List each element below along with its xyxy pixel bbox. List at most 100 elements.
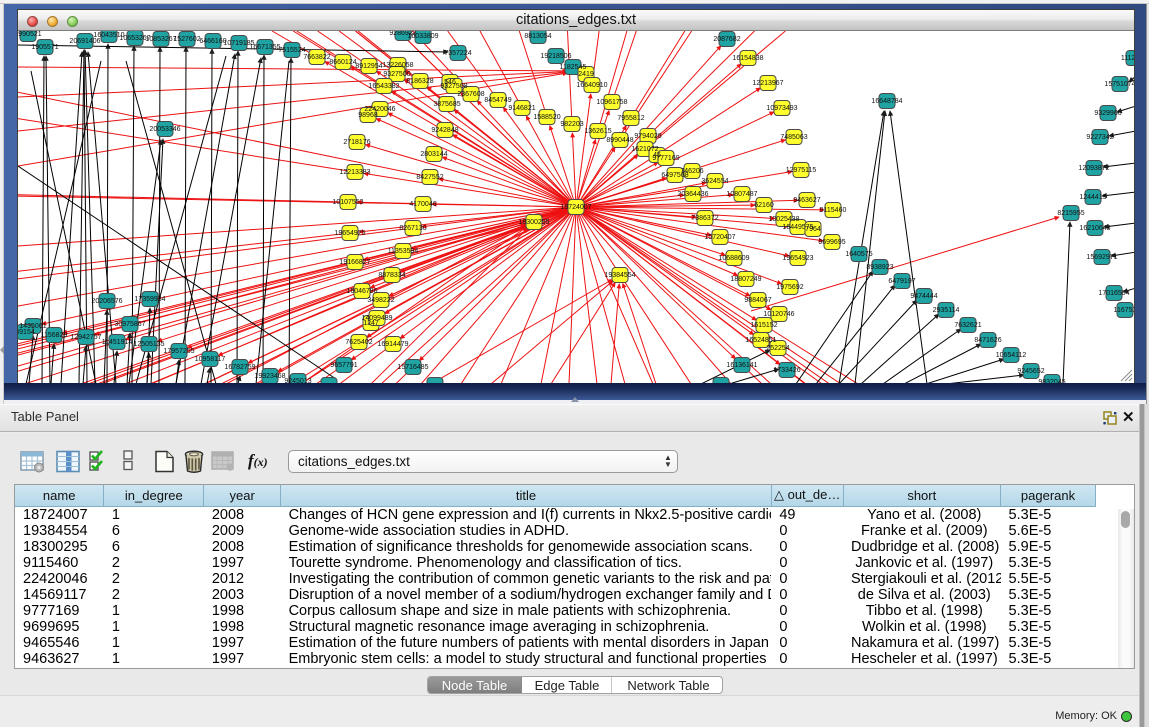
svg-text:17957255: 17957255 [163, 348, 194, 355]
svg-text:15692971: 15692971 [1086, 254, 1117, 261]
svg-text:8186328: 8186328 [406, 78, 433, 85]
svg-text:12505135: 12505135 [133, 341, 164, 348]
svg-text:2718176: 2718176 [343, 139, 370, 146]
svg-text:9327500: 9327500 [383, 71, 410, 78]
svg-text:15716485: 15716485 [397, 364, 428, 371]
svg-text:19218506: 19218506 [540, 53, 571, 60]
svg-text:1975692: 1975692 [776, 284, 803, 291]
svg-text:1244415: 1244415 [1079, 194, 1106, 201]
svg-text:20053346: 20053346 [149, 126, 180, 133]
svg-text:1615152: 1615152 [750, 322, 777, 329]
svg-text:8454749: 8454749 [484, 97, 511, 104]
svg-text:12213383: 12213383 [339, 169, 370, 176]
svg-text:3875685: 3875685 [433, 101, 460, 108]
svg-text:7357224: 7357224 [444, 50, 471, 57]
svg-text:19166827: 19166827 [339, 259, 370, 266]
svg-text:9115460: 9115460 [820, 207, 847, 214]
svg-text:18724007: 18724007 [560, 204, 591, 211]
svg-text:12213967: 12213967 [752, 80, 783, 87]
svg-text:8990448: 8990448 [606, 137, 633, 144]
svg-text:8267130: 8267130 [399, 225, 426, 232]
svg-text:1640575: 1640575 [845, 251, 872, 258]
svg-text:3498222: 3498222 [367, 297, 394, 304]
svg-text:10654112: 10654112 [996, 352, 1027, 359]
svg-text:252254: 252254 [766, 345, 789, 352]
svg-text:9657791: 9657791 [330, 362, 357, 369]
svg-text:1527602: 1527602 [173, 36, 200, 43]
svg-text:16543382: 16543382 [368, 83, 399, 90]
svg-text:982203: 982203 [560, 121, 583, 128]
svg-text:12093872: 12093872 [1078, 165, 1109, 172]
svg-text:1588520: 1588520 [533, 114, 560, 121]
svg-text:19654923: 19654923 [782, 255, 813, 262]
svg-text:15751074: 15751074 [1104, 81, 1134, 88]
svg-text:9245652: 9245652 [1017, 368, 1044, 375]
svg-text:7663822: 7663822 [303, 54, 330, 61]
svg-text:17016504: 17016504 [1098, 290, 1129, 297]
svg-text:16154838: 16154838 [732, 55, 763, 62]
svg-text:9327508: 9327508 [440, 83, 467, 90]
svg-text:9242848: 9242848 [431, 127, 458, 134]
svg-text:2419: 2419 [578, 71, 594, 78]
svg-text:8912954: 8912954 [355, 63, 382, 70]
svg-text:7955812: 7955812 [617, 115, 644, 122]
svg-text:9146821: 9146821 [508, 105, 535, 112]
svg-text:18807249: 18807249 [730, 276, 761, 283]
svg-text:15720407: 15720407 [704, 234, 735, 241]
svg-text:16782759: 16782759 [224, 364, 255, 371]
svg-text:9794028: 9794028 [634, 133, 661, 140]
svg-text:10853267: 10853267 [145, 36, 176, 43]
svg-text:17359934: 17359934 [134, 296, 165, 303]
svg-text:14099489: 14099489 [361, 315, 392, 322]
svg-text:20364436: 20364436 [677, 191, 708, 198]
svg-text:6479197: 6479197 [888, 278, 915, 285]
svg-text:1905571: 1905571 [31, 44, 58, 51]
svg-text:8813054: 8813054 [524, 33, 551, 40]
svg-text:10688609: 10688609 [718, 255, 749, 262]
svg-text:20691406: 20691406 [69, 38, 100, 45]
svg-text:12975115: 12975115 [786, 167, 817, 174]
svg-text:10807487: 10807487 [726, 191, 757, 198]
svg-text:116753: 116753 [1114, 307, 1134, 314]
svg-text:16640910: 16640910 [576, 82, 607, 89]
svg-text:16914479: 16914479 [377, 341, 408, 348]
svg-text:7515524: 7515524 [278, 47, 305, 54]
svg-text:16648784: 16648784 [871, 98, 902, 105]
svg-text:2803144: 2803144 [420, 151, 447, 158]
svg-text:8471626: 8471626 [974, 337, 1001, 344]
svg-text:9884067: 9884067 [744, 297, 771, 304]
svg-text:16671355: 16671355 [249, 44, 280, 51]
svg-text:1990521: 1990521 [18, 31, 42, 38]
svg-text:8878334: 8878334 [378, 272, 405, 279]
svg-text:19654925: 19654925 [334, 230, 365, 237]
svg-text:1182545: 1182545 [560, 64, 587, 71]
svg-text:7964: 7964 [805, 226, 821, 233]
svg-text:7632621: 7632621 [954, 322, 981, 329]
svg-text:16136141: 16136141 [726, 362, 757, 369]
svg-text:9474444: 9474444 [910, 293, 937, 300]
svg-text:2367608: 2367608 [457, 91, 484, 98]
svg-text:11451914: 11451914 [102, 339, 133, 346]
svg-text:10973493: 10973493 [766, 105, 797, 112]
svg-text:16046786: 16046786 [346, 288, 377, 295]
svg-text:1156829: 1156829 [41, 332, 68, 339]
svg-text:9699695: 9699695 [818, 239, 845, 246]
svg-text:16033809: 16033809 [407, 33, 438, 40]
svg-text:2935114: 2935114 [933, 307, 960, 314]
svg-text:20206576: 20206576 [91, 298, 122, 305]
svg-text:9227342: 9227342 [1086, 134, 1113, 141]
svg-text:98968: 98968 [358, 112, 378, 119]
svg-text:10958117: 10958117 [195, 356, 226, 363]
svg-text:7386372: 7386372 [691, 215, 718, 222]
svg-text:30975867: 30975867 [114, 321, 145, 328]
svg-text:10961758: 10961758 [596, 99, 627, 106]
svg-text:2087682: 2087682 [713, 36, 740, 43]
svg-text:7485063: 7485063 [780, 134, 807, 141]
svg-text:19923468: 19923468 [254, 373, 285, 380]
svg-text:13226058: 13226058 [382, 62, 413, 69]
svg-text:18300295: 18300295 [518, 219, 549, 226]
svg-text:9777169: 9777169 [652, 155, 679, 162]
svg-text:8938923: 8938923 [866, 264, 893, 271]
svg-text:1112897: 1112897 [1121, 55, 1134, 62]
svg-text:8660124: 8660124 [329, 59, 356, 66]
